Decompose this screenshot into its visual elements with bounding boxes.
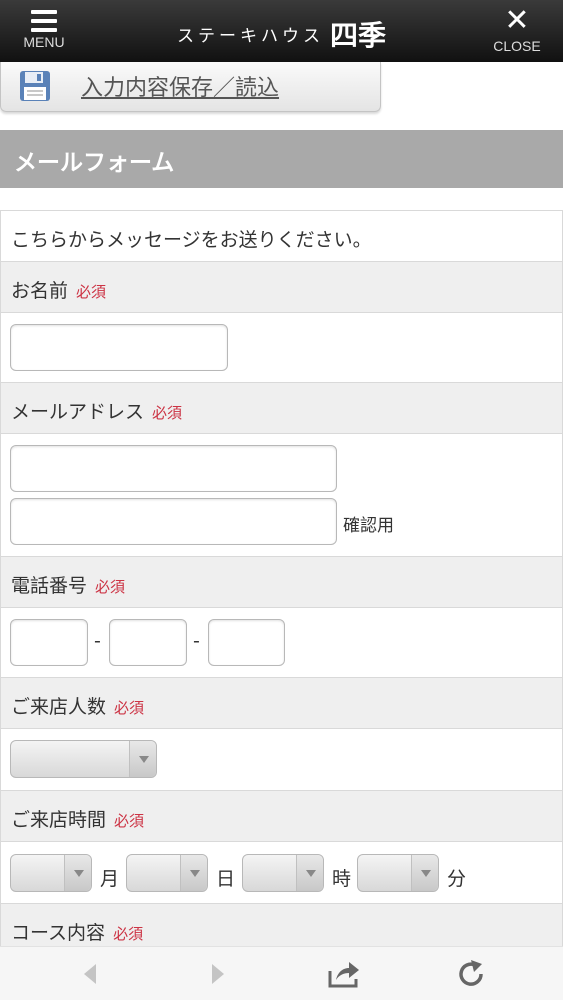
required-badge: 必須	[152, 404, 183, 422]
chevron-down-icon	[129, 741, 156, 777]
month-select[interactable]	[10, 854, 92, 892]
intro-text: こちらからメッセージをお送りください。	[11, 229, 372, 251]
phone-separator: -	[94, 630, 101, 652]
guests-select[interactable]	[10, 740, 157, 778]
email-label: メールアドレス	[11, 401, 145, 423]
name-input-row	[0, 313, 563, 383]
email-confirm-label: 確認用	[343, 516, 394, 536]
phone-label-row: 電話番号 必須	[0, 557, 563, 608]
back-icon[interactable]	[74, 959, 108, 989]
visit-time-label-row: ご来店時間 必須	[0, 791, 563, 842]
phone-input-2[interactable]	[109, 619, 187, 666]
mail-form: こちらからメッセージをお送りください。 お名前 必須 メールアドレス 必須 確認用 …	[0, 210, 563, 955]
email-confirm-input[interactable]	[10, 498, 337, 545]
chevron-down-icon	[411, 855, 438, 891]
floppy-disk-icon	[20, 71, 50, 101]
month-unit: 月	[100, 868, 120, 890]
required-badge: 必須	[95, 578, 126, 596]
visit-time-label: ご来店時間	[11, 809, 107, 831]
phone-input-3[interactable]	[208, 619, 285, 666]
name-input[interactable]	[10, 324, 228, 371]
section-header: メールフォーム	[0, 130, 563, 188]
hour-unit: 時	[332, 868, 352, 890]
name-label-row: お名前 必須	[0, 262, 563, 313]
day-unit: 日	[216, 868, 236, 890]
share-icon[interactable]	[327, 959, 361, 989]
save-load-link[interactable]: 入力内容保存／読込	[81, 70, 279, 102]
chevron-down-icon	[180, 855, 207, 891]
menu-button[interactable]: MENU	[4, 6, 84, 58]
phone-input-1[interactable]	[10, 619, 88, 666]
required-badge: 必須	[114, 699, 145, 717]
day-select[interactable]	[126, 854, 208, 892]
close-label: CLOSE	[493, 38, 541, 54]
guests-label: ご来店人数	[11, 696, 107, 718]
email-input-row: 確認用	[0, 434, 563, 557]
close-icon: ✕	[504, 3, 530, 38]
minute-unit: 分	[447, 868, 467, 890]
guests-label-row: ご来店人数 必須	[0, 678, 563, 729]
intro-row: こちらからメッセージをお送りください。	[0, 211, 563, 262]
required-badge: 必須	[114, 812, 145, 830]
phone-input-row: - -	[0, 608, 563, 678]
brand-kana: ステーキハウス	[176, 26, 324, 47]
close-button[interactable]: ✕ CLOSE	[477, 6, 557, 58]
reload-icon[interactable]	[455, 959, 489, 989]
save-load-tab[interactable]: 入力内容保存／読込	[0, 62, 381, 112]
guests-select-row	[0, 729, 563, 791]
chevron-down-icon	[64, 855, 91, 891]
email-label-row: メールアドレス 必須	[0, 383, 563, 434]
required-badge: 必須	[113, 925, 144, 943]
email-input[interactable]	[10, 445, 337, 492]
minute-select[interactable]	[357, 854, 439, 892]
required-badge: 必須	[76, 283, 107, 301]
hour-select[interactable]	[242, 854, 324, 892]
forward-icon[interactable]	[200, 959, 234, 989]
name-label: お名前	[11, 280, 69, 302]
brand-kanji: 四季	[329, 19, 386, 52]
hamburger-icon	[31, 10, 57, 32]
visit-time-row: 月 日 時 分	[0, 842, 563, 904]
browser-toolbar	[0, 946, 563, 1000]
phone-separator: -	[193, 630, 200, 652]
phone-label: 電話番号	[11, 575, 88, 597]
chevron-down-icon	[296, 855, 323, 891]
section-title: メールフォーム	[14, 150, 175, 176]
top-header: MENU ステーキハウス 四季 ✕ CLOSE	[0, 0, 563, 62]
brand-logo: ステーキハウス 四季	[140, 14, 423, 54]
menu-label: MENU	[23, 34, 65, 50]
course-label: コース内容	[11, 922, 106, 944]
